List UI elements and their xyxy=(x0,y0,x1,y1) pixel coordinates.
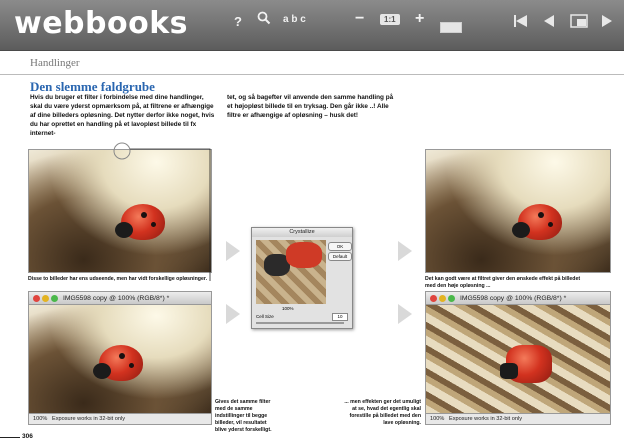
pages-icon[interactable] xyxy=(570,14,588,31)
forward-icon[interactable] xyxy=(600,14,614,31)
cell-size-slider[interactable] xyxy=(256,322,344,324)
window-title: IMG5598 copy @ 100% (RGB/8*) * xyxy=(63,295,170,302)
search-icon[interactable] xyxy=(257,11,271,28)
status-zoom[interactable]: 100% xyxy=(430,416,444,422)
zoom-out-button[interactable]: − xyxy=(355,10,364,28)
fast-back-icon[interactable] xyxy=(513,14,529,31)
book-page: Handlinger Den slemme faldgrube Hvis du … xyxy=(0,51,624,443)
body-text-column-1: Hvis du bruger et filter i forbindelse m… xyxy=(30,94,215,137)
webbooks-logo: webbooks xyxy=(14,6,189,41)
photoshop-window-right: IMG5598 copy @ 100% (RGB/8*) * 100% Expo… xyxy=(425,291,611,425)
close-icon[interactable] xyxy=(430,295,437,302)
zoom-in-button[interactable]: + xyxy=(415,10,424,28)
arrow-icon xyxy=(398,241,412,261)
close-icon[interactable] xyxy=(33,295,40,302)
arrow-icon xyxy=(226,241,240,261)
zoom-icon[interactable] xyxy=(51,295,58,302)
zoom-icon[interactable] xyxy=(448,295,455,302)
body-text-column-2: tet, og så bagefter vil anvende den samm… xyxy=(227,94,394,119)
dialog-preview[interactable] xyxy=(256,240,326,304)
page-number-rule xyxy=(0,437,20,438)
photoshop-window-left: IMG5598 copy @ 100% (RGB/8*) * 100% Expo… xyxy=(28,291,212,425)
arrow-icon xyxy=(398,304,412,324)
arrow-icon xyxy=(226,304,240,324)
cell-size-label: Cell Size xyxy=(256,314,274,319)
section-heading: Handlinger xyxy=(30,57,80,69)
help-button[interactable]: ? xyxy=(234,14,242,29)
page-width-button[interactable] xyxy=(440,22,462,33)
status-zoom[interactable]: 100% xyxy=(33,416,47,422)
cell-size-input[interactable]: 10 xyxy=(332,313,348,321)
page-number: 306 xyxy=(22,433,33,440)
window-title: IMG5598 copy @ 100% (RGB/8*) * xyxy=(460,295,567,302)
minimize-icon[interactable] xyxy=(42,295,49,302)
window-titlebar[interactable]: IMG5598 copy @ 100% (RGB/8*) * xyxy=(29,292,211,305)
status-text[interactable]: Exposure works in 32-bit only xyxy=(449,416,522,422)
window-statusbar: 100% Exposure works in 32-bit only xyxy=(426,413,610,424)
window-statusbar: 100% Exposure works in 32-bit only xyxy=(29,413,211,424)
actual-size-button[interactable]: 1:1 xyxy=(380,14,400,25)
status-text[interactable]: Exposure works in 32-bit only xyxy=(52,416,125,422)
ladybug-photo-top-right xyxy=(425,149,611,273)
back-icon[interactable] xyxy=(542,14,556,31)
caption-right-bottom: ... men effekten ger det umuligt at se, … xyxy=(344,399,421,426)
text-search-button[interactable]: a b c xyxy=(283,14,306,25)
minimize-icon[interactable] xyxy=(439,295,446,302)
window-titlebar[interactable]: IMG5598 copy @ 100% (RGB/8*) * xyxy=(426,292,610,305)
crystallize-dialog: Crystallize OK Default 100% Cell Size 10 xyxy=(251,227,353,329)
section-divider xyxy=(0,74,624,75)
ok-button[interactable]: OK xyxy=(328,242,352,251)
caption-left: Disse to billeder har ens udseende, men … xyxy=(28,276,208,282)
default-button[interactable]: Default xyxy=(328,252,352,261)
dialog-zoom-value: 100% xyxy=(282,306,294,311)
caption-right-top: Det kan godt være at filtret giver den ø… xyxy=(425,276,581,289)
toolbar: webbooks ? a b c − 1:1 + xyxy=(0,0,624,51)
dialog-title: Crystallize xyxy=(252,228,352,237)
caption-mid: Gives det samme filter med de samme inds… xyxy=(215,399,272,433)
